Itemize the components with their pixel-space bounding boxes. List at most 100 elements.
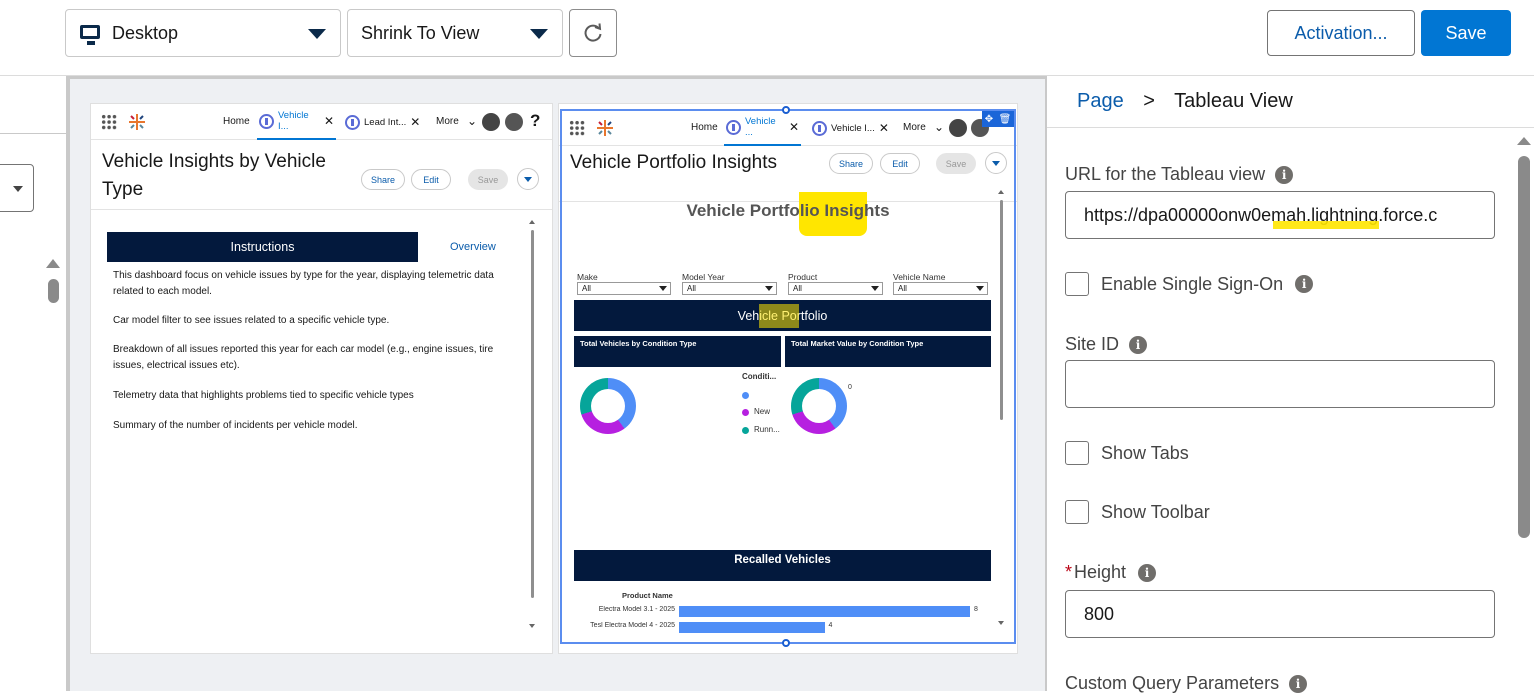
tableau-logo-icon: [597, 120, 613, 136]
save-button: Save: [936, 153, 976, 174]
close-icon[interactable]: ✕: [789, 120, 799, 134]
tab-lead-intelligence[interactable]: Lead Int... ✕: [345, 104, 420, 140]
tableau-tab-icon: [345, 114, 360, 130]
sso-label: Enable Single Sign-On: [1101, 273, 1284, 294]
section-header-recalled-vehicles: Recalled Vehicles: [574, 550, 991, 581]
tableau-tab-icon: [812, 120, 827, 136]
bar-value-label: 8: [974, 606, 978, 613]
tab-vehicle-insights[interactable]: Vehicle I... ✕: [812, 110, 889, 146]
tab-vehicle-portfolio[interactable]: Vehicle ... ✕: [724, 110, 802, 146]
site-id-label: Site ID i: [1065, 334, 1148, 355]
app-launcher-icon[interactable]: [569, 120, 585, 136]
scrollbar-thumb[interactable]: [531, 230, 534, 598]
help-icon[interactable]: ?: [530, 111, 540, 131]
tab-vehicle-insights[interactable]: Vehicle I... ✕: [257, 104, 337, 140]
instruction-paragraph: Telemetry data that highlights problems …: [113, 390, 414, 401]
info-icon[interactable]: i: [1289, 674, 1308, 693]
url-label-text: URL for the Tableau view: [1065, 164, 1266, 184]
scroll-up-icon[interactable]: [529, 220, 535, 224]
share-button[interactable]: Share: [829, 153, 873, 174]
builder-toolbar: Desktop Shrink To View Activation... Sav…: [0, 0, 1534, 76]
show-toolbar-checkbox-row[interactable]: Show Toolbar: [1065, 500, 1210, 524]
instruction-paragraph: Breakdown of all issues reported this ye…: [113, 344, 494, 371]
info-icon[interactable]: i: [1295, 275, 1314, 293]
view-mode-select[interactable]: Shrink To View: [347, 9, 563, 57]
filter-model-year-select[interactable]: All: [682, 282, 777, 295]
donut-chart-market-value-by-condition[interactable]: [791, 378, 847, 434]
save-button: Save: [468, 169, 508, 190]
close-icon[interactable]: ✕: [324, 114, 334, 128]
tab-label: Vehicle I...: [831, 122, 875, 134]
cloud-icon[interactable]: [971, 119, 989, 137]
share-button[interactable]: Share: [361, 169, 405, 190]
info-icon[interactable]: i: [1138, 563, 1157, 582]
chevron-down-icon[interactable]: ⌄: [467, 114, 477, 128]
legend-label: New: [754, 407, 771, 416]
legend-swatch: [742, 409, 749, 416]
site-id-input[interactable]: [1065, 360, 1495, 408]
filter-label-product: Product: [788, 272, 818, 282]
activation-button[interactable]: Activation...: [1267, 10, 1415, 56]
show-tabs-checkbox[interactable]: [1065, 441, 1089, 465]
overview-link[interactable]: Overview: [450, 241, 496, 253]
scroll-down-icon[interactable]: [529, 624, 535, 628]
breadcrumb-separator: >: [1143, 90, 1155, 112]
agent-icon[interactable]: [482, 113, 500, 131]
device-select[interactable]: Desktop: [65, 9, 341, 57]
scrollbar-thumb[interactable]: [48, 279, 59, 303]
chevron-down-icon[interactable]: ⌄: [934, 120, 944, 134]
scroll-up-icon[interactable]: [46, 259, 60, 268]
app-nav-bar: Home Vehicle I... ✕ Lead Int... ✕ More ⌄…: [91, 104, 552, 140]
height-label-text: Height: [1074, 562, 1127, 582]
scroll-down-icon[interactable]: [998, 621, 1004, 625]
show-tabs-checkbox-row[interactable]: Show Tabs: [1065, 441, 1189, 465]
nav-more[interactable]: More: [436, 116, 459, 127]
filter-product-select[interactable]: All: [788, 282, 883, 295]
refresh-icon: [584, 23, 602, 42]
scroll-up-icon[interactable]: [1517, 137, 1531, 145]
edit-button[interactable]: Edit: [880, 153, 920, 174]
close-icon[interactable]: ✕: [410, 115, 420, 129]
tableau-logo-icon: [129, 114, 145, 130]
app-nav-bar: Home Vehicle ... ✕ Vehicle I... ✕ More ⌄: [559, 110, 1017, 146]
sso-checkbox[interactable]: [1065, 272, 1089, 296]
url-input[interactable]: https://dpa00000onw0emah.lightning.force…: [1065, 191, 1495, 239]
save-button[interactable]: Save: [1421, 10, 1511, 56]
scroll-up-icon[interactable]: [998, 190, 1004, 194]
nav-home[interactable]: Home: [691, 122, 718, 133]
info-icon[interactable]: i: [1275, 165, 1294, 184]
sso-checkbox-row[interactable]: Enable Single Sign-On i: [1065, 272, 1314, 296]
refresh-button[interactable]: [569, 9, 617, 57]
bar[interactable]: [679, 622, 825, 633]
preview-panel-vehicle-portfolio[interactable]: Home Vehicle ... ✕ Vehicle I... ✕ More ⌄…: [558, 103, 1018, 654]
page-title: Vehicle Insights by Vehicle Type: [102, 148, 326, 204]
cloud-icon[interactable]: [505, 113, 523, 131]
column-header-product-name: Product Name: [622, 591, 673, 600]
show-toolbar-checkbox[interactable]: [1065, 500, 1089, 524]
close-icon[interactable]: ✕: [879, 121, 889, 135]
bar[interactable]: [679, 606, 970, 617]
nav-more[interactable]: More: [903, 122, 926, 133]
dashboard-title: Vehicle Portfolio Insights: [686, 201, 890, 220]
filter-vehicle-name-select[interactable]: All: [893, 282, 988, 295]
nav-home[interactable]: Home: [223, 116, 250, 127]
edit-button[interactable]: Edit: [411, 169, 451, 190]
donut-chart-vehicles-by-condition[interactable]: [580, 378, 636, 434]
scrollbar-thumb[interactable]: [1000, 200, 1003, 420]
scrollbar-thumb[interactable]: [1518, 156, 1530, 538]
actions-dropdown[interactable]: [985, 152, 1007, 174]
app-launcher-icon[interactable]: [101, 114, 117, 130]
device-select-value: Desktop: [112, 22, 179, 43]
info-icon[interactable]: i: [1129, 335, 1148, 354]
collapsed-select[interactable]: [0, 164, 34, 212]
breadcrumb-page-link[interactable]: Page: [1077, 90, 1124, 112]
chevron-down-icon: [308, 29, 326, 39]
chevron-down-icon: [530, 29, 548, 39]
page-title-line2: Type: [102, 179, 144, 200]
height-input[interactable]: 800: [1065, 590, 1495, 638]
preview-panel-vehicle-insights[interactable]: Home Vehicle I... ✕ Lead Int... ✕ More ⌄…: [90, 103, 553, 654]
page-title: Vehicle Portfolio Insights: [570, 152, 778, 173]
agent-icon[interactable]: [949, 119, 967, 137]
filter-make-select[interactable]: All: [577, 282, 671, 295]
actions-dropdown[interactable]: [517, 168, 539, 190]
